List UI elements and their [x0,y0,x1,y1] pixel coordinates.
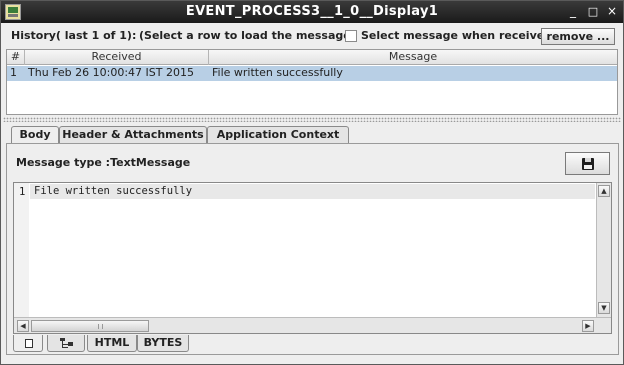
remove-button[interactable]: remove ... [541,28,615,45]
document-icon [25,339,33,348]
line-number: 1 [19,186,26,198]
maximize-button[interactable]: □ [585,3,601,20]
row-message: File written successfully [212,66,343,79]
window-title: EVENT_PROCESS3__1_0__Display1 [185,4,439,19]
title-bar[interactable]: EVENT_PROCESS3__1_0__Display1 _ □ × [1,1,623,23]
scroll-right-icon[interactable]: ▶ [582,320,594,332]
tab-tree-view[interactable] [47,335,85,352]
tab-body[interactable]: Body [11,126,59,144]
tab-header-attachments[interactable]: Header & Attachments [59,126,207,144]
body-panel: Message type :TextMessage 1 File written… [6,143,619,355]
history-bar: History( last 1 of 1): (Select a row to … [1,25,623,47]
minimize-button[interactable]: _ [565,3,581,20]
save-button[interactable] [565,152,610,175]
horizontal-scroll-thumb[interactable] [31,320,149,332]
tab-text-view[interactable] [13,335,43,352]
horizontal-scrollbar[interactable]: ◀ ▶ [14,317,611,333]
tab-bytes[interactable]: BYTES [137,335,189,352]
select-when-received-checkbox[interactable] [345,30,357,42]
scroll-grip-icon [98,324,103,329]
table-row[interactable]: 1 Thu Feb 26 10:00:47 IST 2015 File writ… [7,66,617,81]
tab-application-context[interactable]: Application Context [207,126,349,144]
display-window: EVENT_PROCESS3__1_0__Display1 _ □ × Hist… [0,0,624,365]
history-hint: (Select a row to load the message) [139,29,356,42]
message-type-label: Message type :TextMessage [16,156,191,169]
floppy-disk-icon [582,158,594,170]
column-header-received[interactable]: Received [25,50,209,65]
table-header: # Received Message [7,50,617,65]
history-table: # Received Message 1 Thu Feb 26 10:00:47… [6,49,618,115]
select-when-received-label[interactable]: Select message when received [361,29,552,42]
history-label: History( last 1 of 1): [11,29,137,42]
close-button[interactable]: × [604,3,620,20]
row-received: Thu Feb 26 10:00:47 IST 2015 [28,66,194,79]
vertical-scrollbar[interactable]: ▲ ▼ [596,183,611,317]
line-number-gutter: 1 [14,183,29,317]
column-header-number[interactable]: # [7,50,25,65]
tab-html[interactable]: HTML [87,335,137,352]
tree-icon [60,338,74,349]
row-number: 1 [10,66,17,79]
column-header-message[interactable]: Message [209,50,617,65]
message-editor[interactable]: 1 File written successfully ▲ ▼ ◀ ▶ [13,182,612,334]
message-text-line[interactable]: File written successfully [30,184,595,199]
scroll-up-icon[interactable]: ▲ [598,185,610,197]
split-pane-divider[interactable] [3,117,621,122]
scroll-down-icon[interactable]: ▼ [598,302,610,314]
scroll-left-icon[interactable]: ◀ [17,320,29,332]
